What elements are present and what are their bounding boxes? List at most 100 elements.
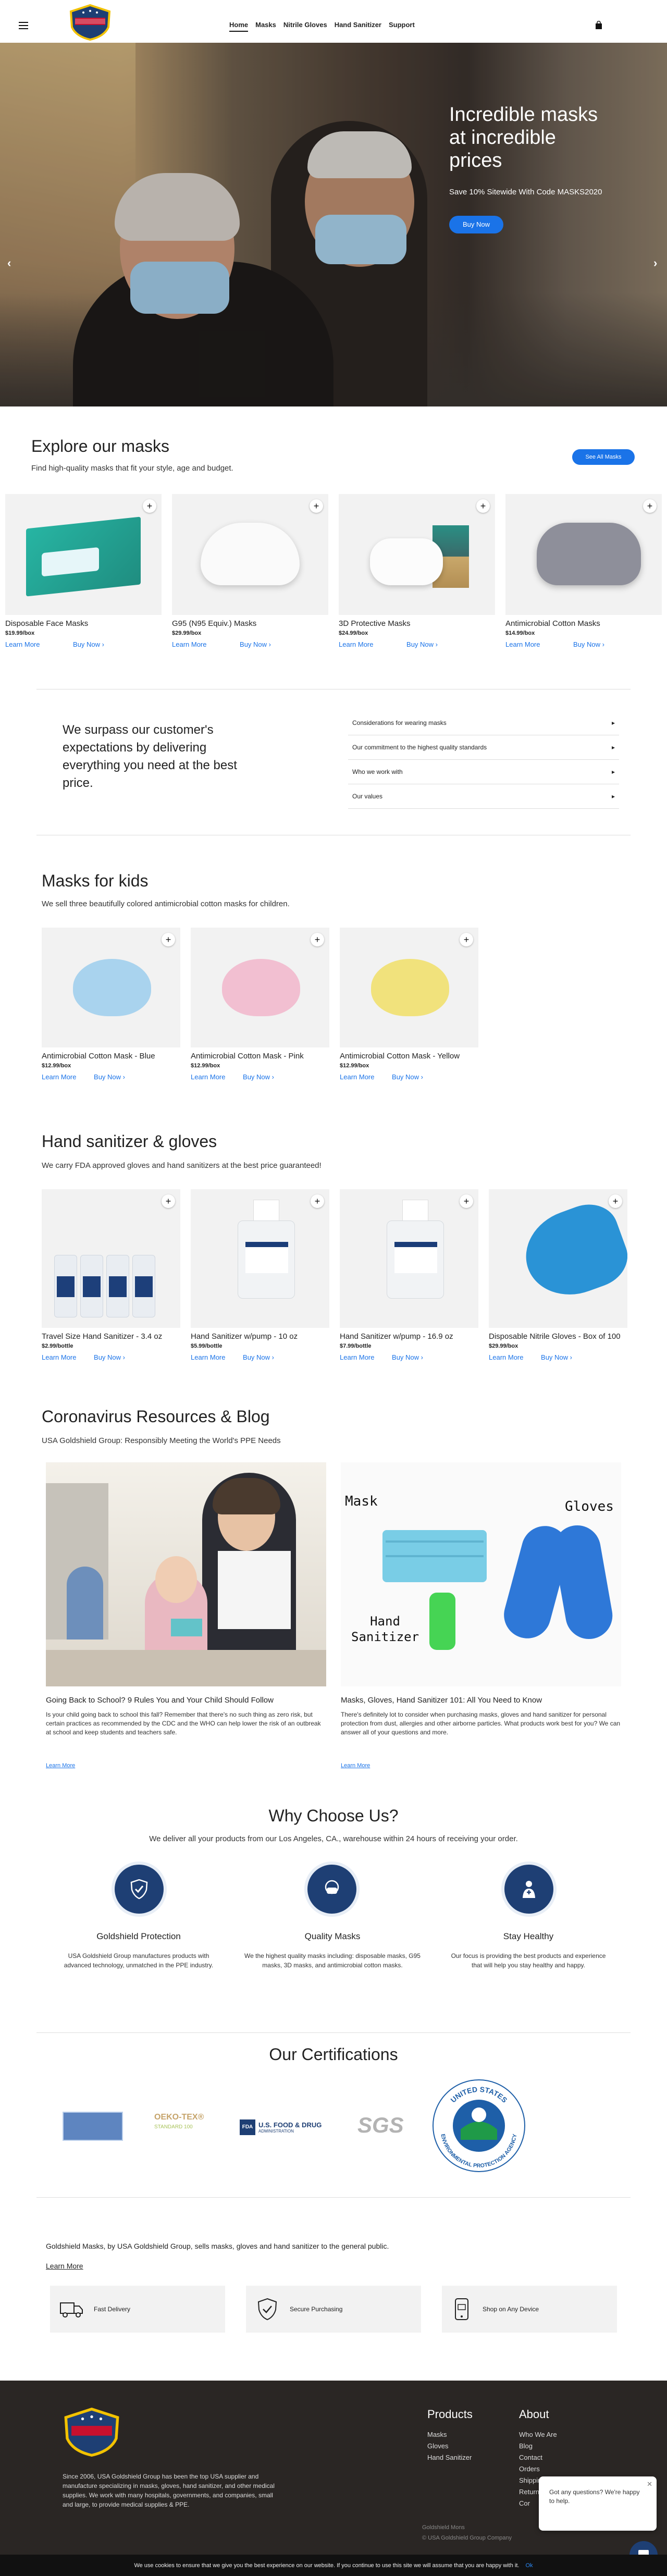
add-icon[interactable]: + <box>476 499 490 513</box>
blog-learn-more-link[interactable]: Learn More <box>341 1762 370 1769</box>
product-name[interactable]: Antimicrobial Cotton Mask - Pink <box>191 1052 329 1061</box>
product-name[interactable]: Antimicrobial Cotton Masks <box>505 619 662 628</box>
see-all-masks-button[interactable]: See All Masks <box>572 449 635 465</box>
footer-link-cor[interactable]: Cor <box>519 2499 530 2507</box>
buy-now-link[interactable]: Buy Now › <box>243 1353 274 1361</box>
learn-more-link[interactable]: Learn More <box>340 1353 374 1361</box>
learn-more-link[interactable]: Learn More <box>340 1073 374 1081</box>
blog-learn-more-link[interactable]: Learn More <box>46 1762 75 1769</box>
footer-link-contact[interactable]: Contact <box>519 2454 542 2461</box>
product-name[interactable]: Antimicrobial Cotton Mask - Yellow <box>340 1052 478 1061</box>
buy-now-link[interactable]: Buy Now › <box>73 640 104 648</box>
add-icon[interactable]: + <box>162 933 175 946</box>
buy-now-link[interactable]: Buy Now › <box>392 1073 423 1081</box>
product-card-disposable[interactable]: + Disposable Face Masks $19.99/box Learn… <box>5 494 162 648</box>
accordion-item[interactable]: Our commitment to the highest quality st… <box>348 735 619 760</box>
accordion-item[interactable]: Considerations for wearing masks ▸ <box>348 711 619 735</box>
product-card-g95[interactable]: + G95 (N95 Equiv.) Masks $29.99/box Lear… <box>172 494 328 648</box>
product-image[interactable]: + <box>42 928 180 1047</box>
learn-more-link[interactable]: Learn More <box>172 640 206 648</box>
footer-link-gloves[interactable]: Gloves <box>427 2442 448 2450</box>
learn-more-link[interactable]: Learn More <box>191 1353 225 1361</box>
hero-next-arrow[interactable]: › <box>653 256 657 270</box>
nav-masks[interactable]: Masks <box>255 21 276 32</box>
sanitizer-card-16oz[interactable]: + Hand Sanitizer w/pump - 16.9 oz $7.99/… <box>340 1189 478 1361</box>
learn-more-link[interactable]: Learn More <box>42 1353 76 1361</box>
footer-link-hand-sanitizer[interactable]: Hand Sanitizer <box>427 2454 472 2461</box>
product-image[interactable]: + <box>172 494 328 615</box>
caret-right-icon[interactable]: ▸ <box>612 793 615 800</box>
hero-buy-now-button[interactable]: Buy Now <box>449 216 503 233</box>
nav-nitrile-gloves[interactable]: Nitrile Gloves <box>283 21 327 32</box>
nav-support[interactable]: Support <box>389 21 415 32</box>
buy-now-link[interactable]: Buy Now › <box>392 1353 423 1361</box>
buy-now-link[interactable]: Buy Now › <box>94 1353 125 1361</box>
buy-now-link[interactable]: Buy Now › <box>243 1073 274 1081</box>
add-icon[interactable]: + <box>162 1194 175 1208</box>
learn-more-link[interactable]: Learn More <box>191 1073 225 1081</box>
buy-now-link[interactable]: Buy Now › <box>240 640 271 648</box>
blog-image-school[interactable] <box>46 1462 326 1686</box>
kids-card-pink[interactable]: + Antimicrobial Cotton Mask - Pink $12.9… <box>191 928 329 1081</box>
caret-right-icon[interactable]: ▸ <box>612 744 615 751</box>
accordion-item[interactable]: Who we work with ▸ <box>348 760 619 784</box>
cart-icon[interactable] <box>595 21 602 29</box>
footer-link-orders[interactable]: Orders <box>519 2465 540 2473</box>
add-icon[interactable]: + <box>311 1194 324 1208</box>
menu-icon[interactable] <box>19 22 28 29</box>
goldshield-logo[interactable] <box>68 4 113 41</box>
add-icon[interactable]: + <box>643 499 657 513</box>
add-icon[interactable]: + <box>460 933 473 946</box>
product-card-3d[interactable]: + 3D Protective Masks $24.99/box Learn M… <box>339 494 495 648</box>
blog-image-ppe[interactable]: Mask Gloves S Hand Sanitizer <box>341 1462 621 1686</box>
nav-hand-sanitizer[interactable]: Hand Sanitizer <box>335 21 381 32</box>
hero-prev-arrow[interactable]: ‹ <box>7 256 11 270</box>
product-image[interactable]: + <box>340 1189 478 1328</box>
kids-card-yellow[interactable]: + Antimicrobial Cotton Mask - Yellow $12… <box>340 928 478 1081</box>
learn-more-link[interactable]: Learn More <box>505 640 540 648</box>
product-image[interactable]: + <box>191 928 329 1047</box>
product-card-cotton[interactable]: + Antimicrobial Cotton Masks $14.99/box … <box>505 494 662 648</box>
caret-right-icon[interactable]: ▸ <box>612 768 615 775</box>
product-image[interactable]: + <box>5 494 162 615</box>
product-name[interactable]: Hand Sanitizer w/pump - 16.9 oz <box>340 1332 478 1341</box>
accordion-item[interactable]: Our values ▸ <box>348 784 619 809</box>
buy-now-link[interactable]: Buy Now › <box>94 1073 125 1081</box>
footer-link-masks[interactable]: Masks <box>427 2431 447 2438</box>
product-image[interactable]: + <box>339 494 495 615</box>
add-icon[interactable]: + <box>460 1194 473 1208</box>
kids-card-blue[interactable]: + Antimicrobial Cotton Mask - Blue $12.9… <box>42 928 180 1081</box>
add-icon[interactable]: + <box>609 1194 622 1208</box>
add-icon[interactable]: + <box>310 499 323 513</box>
product-image[interactable]: + <box>191 1189 329 1328</box>
product-name[interactable]: 3D Protective Masks <box>339 619 495 628</box>
buy-now-link[interactable]: Buy Now › <box>573 640 604 648</box>
footer-link-blog[interactable]: Blog <box>519 2442 533 2450</box>
gloves-card[interactable]: + Disposable Nitrile Gloves - Box of 100… <box>489 1189 627 1361</box>
learn-more-link[interactable]: Learn More <box>42 1073 76 1081</box>
learn-more-link[interactable]: Learn More <box>5 640 40 648</box>
footer-link-who-we-are[interactable]: Who We Are <box>519 2431 557 2438</box>
buy-now-link[interactable]: Buy Now › <box>406 640 438 648</box>
product-name[interactable]: Disposable Nitrile Gloves - Box of 100 <box>489 1332 627 1341</box>
product-name[interactable]: Disposable Face Masks <box>5 619 162 628</box>
product-name[interactable]: Antimicrobial Cotton Mask - Blue <box>42 1052 180 1061</box>
blog-post-title[interactable]: Going Back to School? 9 Rules You and Yo… <box>46 1696 327 1705</box>
cookie-ok-button[interactable]: Ok <box>525 2562 533 2569</box>
sanitizer-card-10oz[interactable]: + Hand Sanitizer w/pump - 10 oz $5.99/bo… <box>191 1189 329 1361</box>
about-learn-more-link[interactable]: Learn More <box>46 2262 83 2270</box>
caret-right-icon[interactable]: ▸ <box>612 719 615 726</box>
learn-more-link[interactable]: Learn More <box>489 1353 523 1361</box>
product-name[interactable]: G95 (N95 Equiv.) Masks <box>172 619 328 628</box>
product-image[interactable]: + <box>340 928 478 1047</box>
sanitizer-card-travel[interactable]: + Travel Size Hand Sanitizer - 3.4 oz $2… <box>42 1189 180 1361</box>
footer-logo[interactable] <box>61 2408 122 2457</box>
close-icon[interactable]: ✕ <box>647 2480 652 2488</box>
blog-post-title[interactable]: Masks, Gloves, Hand Sanitizer 101: All Y… <box>341 1696 622 1705</box>
buy-now-link[interactable]: Buy Now › <box>541 1353 572 1361</box>
product-name[interactable]: Hand Sanitizer w/pump - 10 oz <box>191 1332 329 1341</box>
learn-more-link[interactable]: Learn More <box>339 640 373 648</box>
product-image[interactable]: + <box>505 494 662 615</box>
add-icon[interactable]: + <box>143 499 156 513</box>
product-name[interactable]: Travel Size Hand Sanitizer - 3.4 oz <box>42 1332 180 1341</box>
